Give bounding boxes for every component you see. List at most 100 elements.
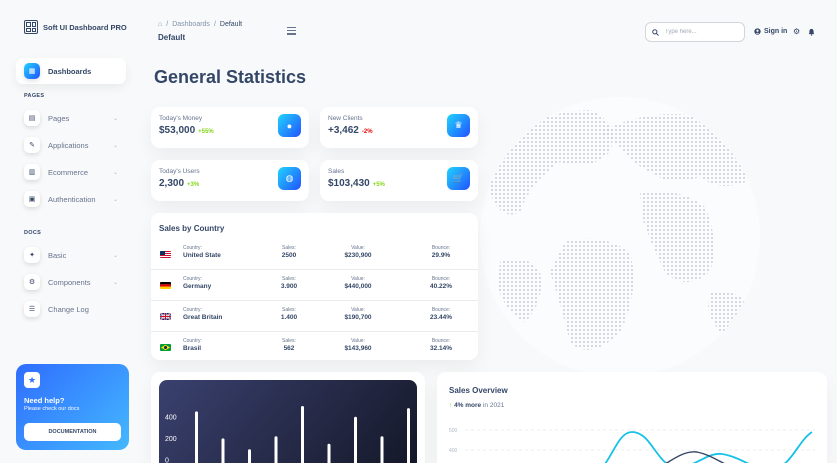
help-title: Need help? xyxy=(24,396,65,405)
flag-de-icon xyxy=(160,282,171,289)
table-row[interactable]: Country: Germany Sales: 3.900 Value: $440,0… xyxy=(151,271,478,301)
signin-label: Sign in xyxy=(764,28,788,35)
signin-link[interactable]: Sign in xyxy=(754,28,787,35)
col-label: Sales: xyxy=(282,338,296,344)
sidebar-item-label: Basic xyxy=(48,250,67,260)
section-title-docs: DOCS xyxy=(24,230,42,236)
brand[interactable]: Soft UI Dashboard PRO xyxy=(24,20,127,34)
stat-card-money: Today's Money $53,000 +55% ● xyxy=(151,107,309,148)
sidebar-item-basic[interactable]: ✦ Basic ⌄ xyxy=(16,242,126,268)
globe-illustration xyxy=(480,97,760,377)
stat-card-clients: New Clients +3,462 -2% ♛ xyxy=(320,107,478,148)
brand-name: Soft UI Dashboard PRO xyxy=(43,22,127,32)
authentication-icon: ▣ xyxy=(24,191,40,207)
table-row[interactable]: Country: Brasil Sales: 562 Value: $143,960 … xyxy=(151,333,478,363)
money-value: $143,960 xyxy=(344,345,372,352)
stat-card-sales: Sales $103,430 +5% 🛒 xyxy=(320,160,478,201)
search-input[interactable] xyxy=(665,29,735,35)
sidebar-item-label: Pages xyxy=(48,113,70,123)
money-value: $440,000 xyxy=(344,283,372,290)
sidebar-item-changelog[interactable]: ☰ Change Log xyxy=(16,296,126,322)
gear-icon[interactable]: ⚙ xyxy=(793,27,800,36)
sidebar-item-label: Components xyxy=(48,277,91,287)
bounce-value: 40.22% xyxy=(429,283,453,290)
money-value: $190,700 xyxy=(344,314,372,321)
series-line xyxy=(604,431,813,463)
documentation-button[interactable]: DOCUMENTATION xyxy=(24,423,121,441)
col-label: Bounce: xyxy=(431,338,451,344)
changelog-icon: ☰ xyxy=(24,301,40,317)
sidebar-item-authentication[interactable]: ▣ Authentication ⌄ xyxy=(16,186,126,212)
bar xyxy=(407,408,410,463)
col-label: Sales: xyxy=(282,307,296,313)
col-label: Bounce: xyxy=(431,307,451,313)
table-row[interactable]: Country: United State Sales: 2500 Value: $2… xyxy=(151,240,478,270)
stat-value: $103,430 xyxy=(328,178,370,189)
sales-value: 3.900 xyxy=(280,283,298,290)
flag-gb-icon xyxy=(160,313,171,320)
col-label: Value: xyxy=(351,245,365,251)
col-label: Country: xyxy=(183,245,202,251)
sales-value: 2500 xyxy=(281,252,297,259)
stat-value: $53,000 xyxy=(159,125,196,136)
sidebar-item-label: Applications xyxy=(48,140,89,150)
stat-change: +5% xyxy=(372,182,385,188)
col-label: Country: xyxy=(183,276,202,282)
bell-icon[interactable] xyxy=(808,28,815,36)
stat-change: +3% xyxy=(187,182,200,188)
section-title-pages: PAGES xyxy=(24,93,45,99)
help-subtitle: Please check our docs xyxy=(24,406,80,412)
active-users-card: 400 200 0 xyxy=(151,372,425,463)
bar xyxy=(195,411,198,463)
bounce-value: 29.9% xyxy=(431,252,451,259)
help-card: ★ Need help? Please check our docs DOCUM… xyxy=(16,364,129,450)
basic-icon: ✦ xyxy=(24,247,40,263)
chevron-down-icon: ⌄ xyxy=(112,142,118,149)
line-chart: 500 400 xyxy=(449,428,815,463)
chevron-down-icon: ⌄ xyxy=(112,115,118,122)
col-label: Country: xyxy=(183,307,202,313)
col-label: Bounce: xyxy=(431,245,451,251)
bar xyxy=(248,449,251,463)
table-row[interactable]: Country: Great Britain Sales: 1.400 Value:… xyxy=(151,302,478,332)
sidebar-item-ecommerce[interactable]: ▥ Ecommerce ⌄ xyxy=(16,159,126,185)
bar xyxy=(274,436,278,463)
breadcrumb: ⌂ / Dashboards / Default xyxy=(158,21,243,28)
bar-chart: 400 200 0 xyxy=(165,406,410,463)
dashboards-icon: ▦ xyxy=(24,63,40,79)
sidebar-item-components[interactable]: ⚙ Components ⌄ xyxy=(16,269,126,295)
chevron-down-icon: ⌄ xyxy=(112,169,118,176)
home-icon[interactable]: ⌂ xyxy=(158,21,162,28)
hamburger-menu-icon[interactable] xyxy=(287,27,296,37)
ecommerce-icon: ▥ xyxy=(24,164,40,180)
search-icon xyxy=(652,28,659,36)
cart-icon: 🛒 xyxy=(447,167,470,190)
sidebar: Soft UI Dashboard PRO ▦ Dashboards PAGES… xyxy=(0,0,140,463)
sidebar-item-label: Change Log xyxy=(48,304,89,314)
sales-overview-card: Sales Overview ↑ 4% more in 2021 500 400 xyxy=(437,372,827,463)
country-name: Great Britain xyxy=(183,314,223,321)
sidebar-item-applications[interactable]: ✎ Applications ⌄ xyxy=(16,132,126,158)
stat-value: +3,462 xyxy=(328,125,359,136)
money-icon: ● xyxy=(278,114,301,137)
components-icon: ⚙ xyxy=(24,274,40,290)
sales-by-country-card: Sales by Country Country: United State Sa… xyxy=(151,213,478,360)
breadcrumb-current: Default xyxy=(219,21,243,28)
pages-icon: ▤ xyxy=(24,110,40,126)
applications-icon: ✎ xyxy=(24,137,40,153)
bar xyxy=(221,438,225,463)
bar xyxy=(301,406,304,463)
bounce-value: 32.14% xyxy=(429,345,453,352)
bar-chart-panel: 400 200 0 xyxy=(159,380,417,463)
sidebar-item-pages[interactable]: ▤ Pages ⌄ xyxy=(16,105,126,131)
sidebar-item-dashboards[interactable]: ▦ Dashboards xyxy=(16,58,126,84)
user-icon xyxy=(754,28,761,35)
page-name: Default xyxy=(158,33,186,42)
flag-br-icon xyxy=(160,344,171,351)
stat-value: 2,300 xyxy=(159,178,185,189)
breadcrumb-item[interactable]: Dashboards xyxy=(172,21,210,28)
country-name: United State xyxy=(183,252,221,259)
y-tick-label: 400 xyxy=(449,448,458,454)
search-box xyxy=(645,22,745,42)
money-value: $230,900 xyxy=(344,252,372,259)
